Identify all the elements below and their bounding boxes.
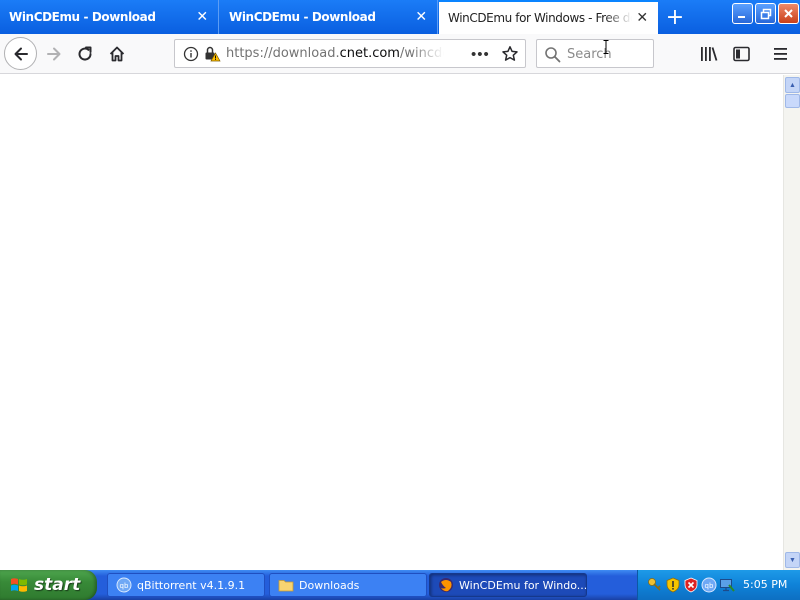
restore-icon [760,8,771,19]
new-tab-button[interactable]: + [662,5,688,30]
system-tray: qb 5:05 PM [637,570,800,600]
network-keys-icon[interactable] [647,577,663,593]
tab-wincdemu-download-2[interactable]: WinCDEmu - Download ✕ [220,0,438,34]
text-cursor-icon [603,40,609,54]
close-icon [784,9,793,18]
page-actions-icon[interactable]: ••• [471,46,490,63]
back-arrow-icon [14,47,28,60]
close-tab-icon[interactable]: ✕ [192,7,212,27]
svg-text:qb: qb [705,582,714,590]
minimize-button[interactable] [732,3,753,24]
display-settings-icon[interactable] [719,577,735,593]
reload-icon [78,46,92,61]
address-bar[interactable]: https://download.cnet.com/wincdemu/ ••• [174,39,526,68]
taskbar-item-downloads[interactable]: Downloads [269,573,427,597]
url-path: /wincdemu/ [399,46,444,61]
firefox-icon [439,578,453,592]
home-icon [109,46,125,62]
hamburger-menu-icon[interactable] [772,45,790,63]
qbittorrent-tray-icon[interactable]: qb [701,577,717,593]
tab-label: WinCDEmu - Download [229,10,376,24]
back-button[interactable] [4,37,37,70]
tab-strip: WinCDEmu - Download ✕ WinCDEmu - Downloa… [0,0,800,34]
taskbar: start qb qBittorrent v4.1.9.1 Downloads … [0,570,800,600]
navigation-toolbar: https://download.cnet.com/wincdemu/ ••• [0,34,800,74]
bookmark-star-icon[interactable] [501,45,519,63]
qbittorrent-icon: qb [116,577,132,593]
page-content[interactable] [0,75,783,570]
url-prefix: https://download. [226,46,340,61]
tab-wincdemu-active[interactable]: WinCDEmu for Windows - Free download ✕ [439,0,658,34]
forward-button[interactable] [41,41,67,67]
library-icon[interactable] [699,45,719,63]
tab-wincdemu-download-1[interactable]: WinCDEmu - Download ✕ [0,0,219,34]
close-tab-icon[interactable]: ✕ [632,8,652,28]
security-shield-icon[interactable] [665,577,681,593]
clock[interactable]: 5:05 PM [743,578,787,591]
restore-button[interactable] [755,3,776,24]
reload-button[interactable] [72,41,98,67]
info-icon[interactable] [183,46,199,62]
search-box[interactable] [536,39,654,68]
folder-icon [278,580,294,592]
task-label: WinCDEmu for Windo... [459,578,587,592]
sidebar-icon[interactable] [732,45,752,63]
svg-text:qb: qb [120,582,129,590]
task-label: Downloads [299,578,360,592]
task-label: qBittorrent v4.1.9.1 [137,578,246,592]
close-tab-icon[interactable]: ✕ [411,7,431,27]
taskbar-item-qbittorrent[interactable]: qb qBittorrent v4.1.9.1 [107,573,265,597]
close-window-button[interactable] [778,3,799,24]
start-label: start [34,575,81,595]
forward-arrow-icon [47,47,61,61]
scroll-down-button[interactable]: ▼ [785,552,800,568]
search-icon [545,47,561,63]
start-button[interactable]: start [0,570,97,600]
home-button[interactable] [104,41,130,67]
minimize-icon [738,16,745,18]
lock-warning-icon[interactable] [203,45,221,63]
url-domain: cnet.com [339,46,400,61]
vertical-scrollbar[interactable]: ▲ ▼ [783,75,800,570]
taskbar-item-firefox[interactable]: WinCDEmu for Windo... [429,573,587,597]
windows-logo-icon [11,578,27,592]
security-alert-icon[interactable] [683,577,699,593]
scroll-up-button[interactable]: ▲ [785,77,800,93]
tab-label: WinCDEmu - Download [9,10,156,24]
scrollbar-thumb[interactable] [785,94,800,108]
url-text[interactable]: https://download.cnet.com/wincdemu/ [226,46,444,61]
tab-label: WinCDEmu for Windows - Free download [448,11,632,25]
